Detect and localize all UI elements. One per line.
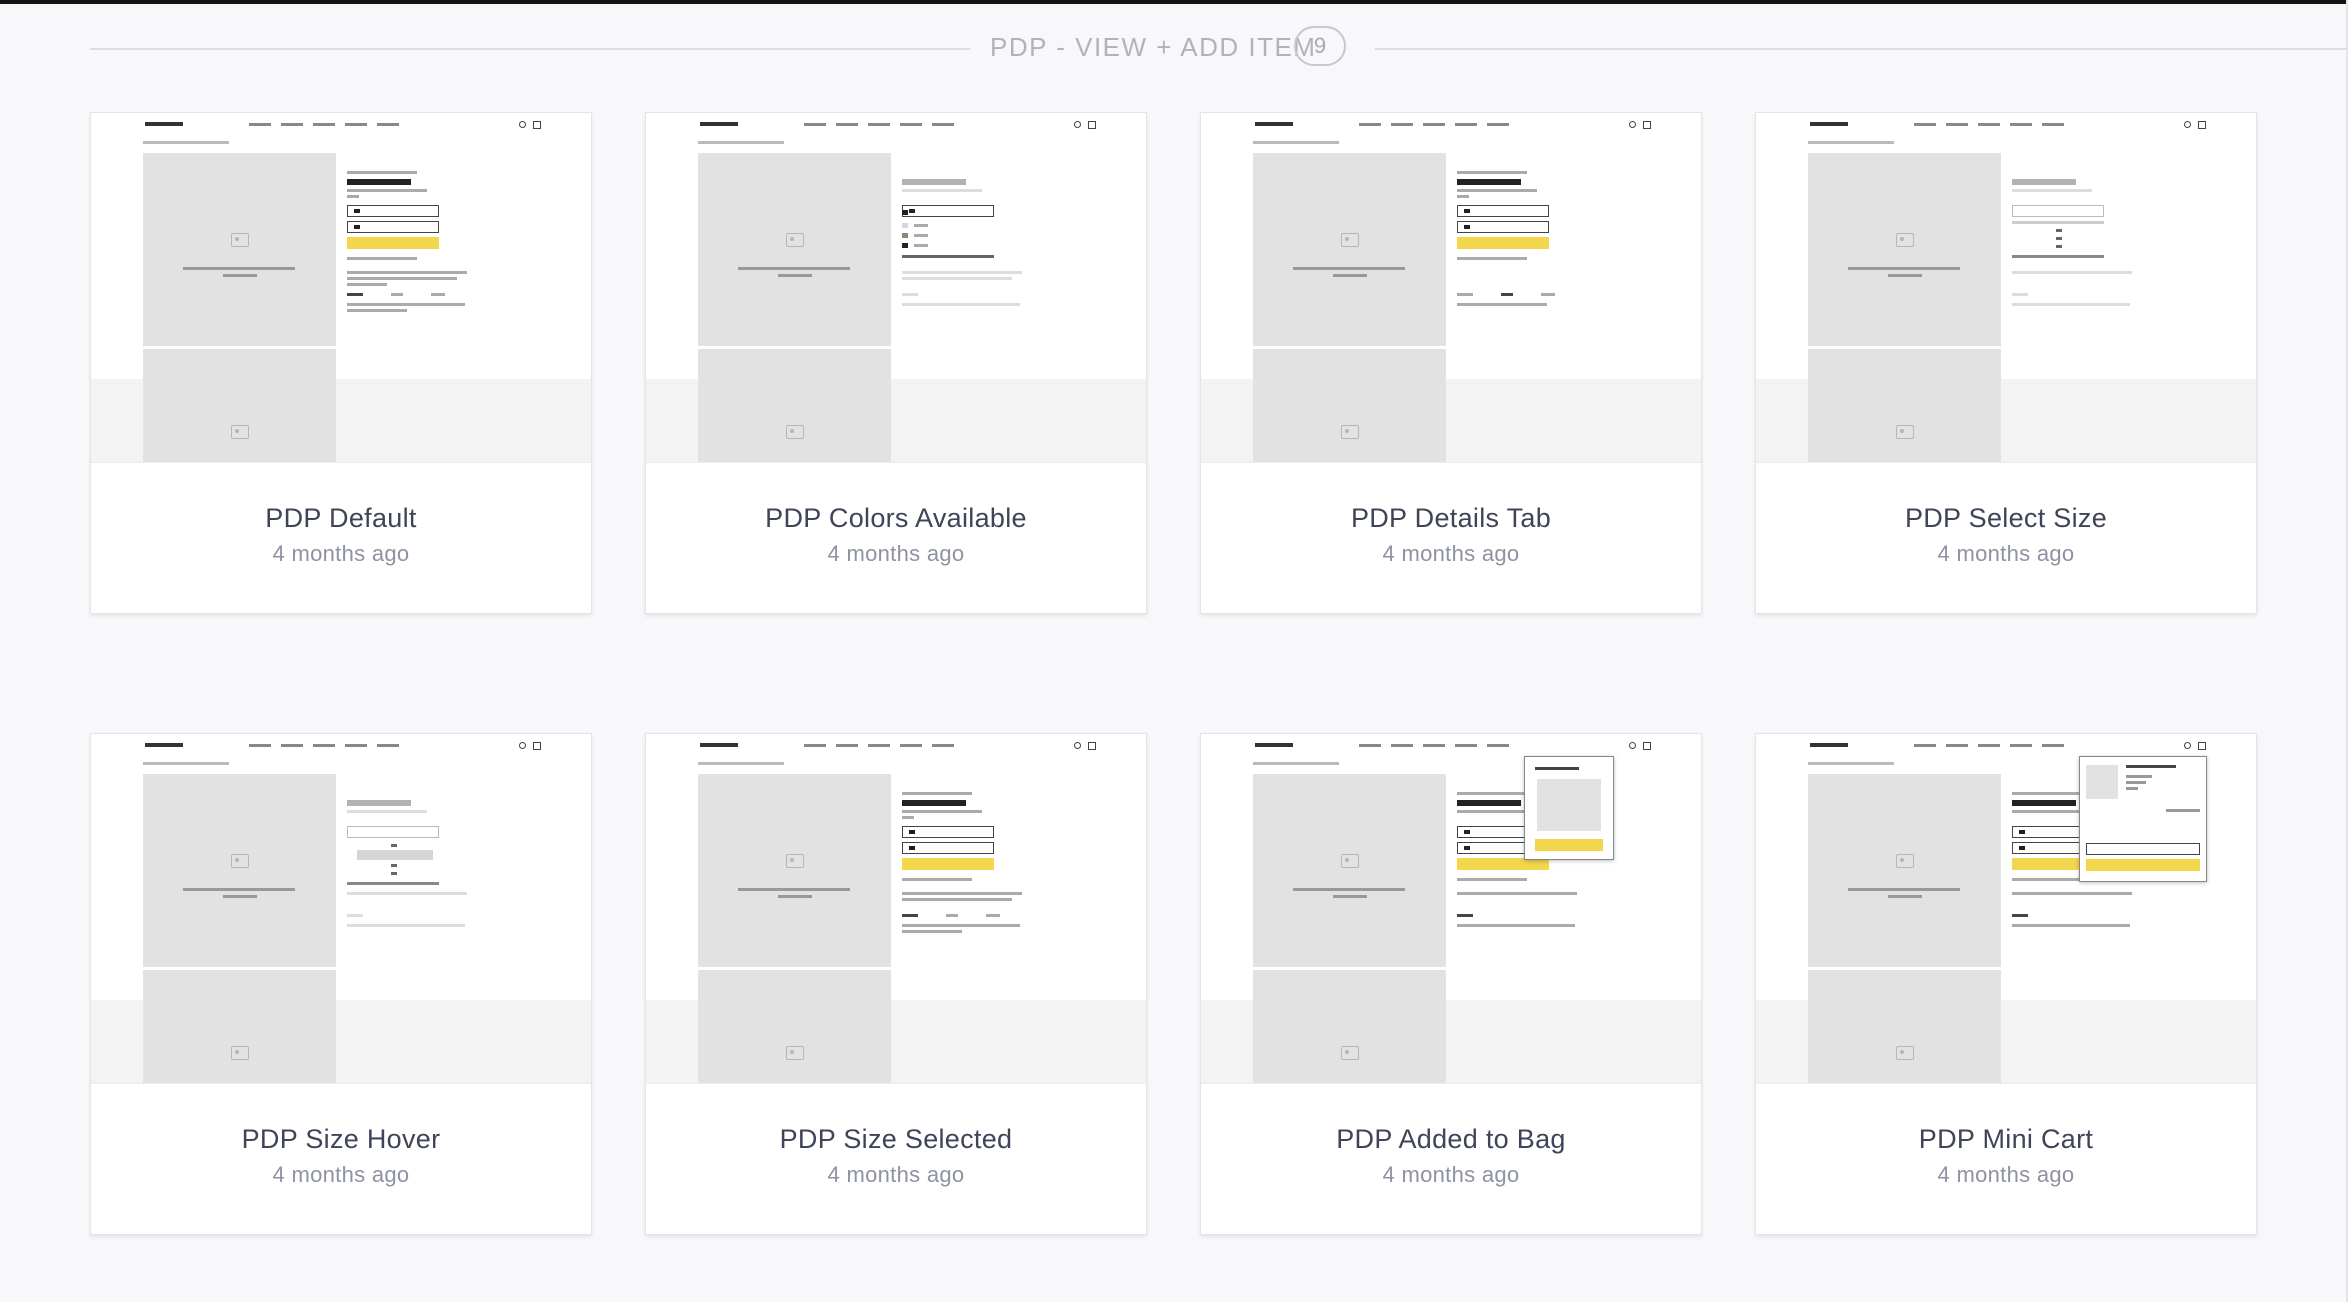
screen-thumbnail[interactable] — [646, 113, 1146, 463]
screen-thumbnail[interactable] — [91, 734, 591, 1084]
card-title[interactable]: PDP Added to Bag — [1201, 1124, 1701, 1155]
section-divider-left — [90, 48, 970, 50]
card-timestamp: 4 months ago — [1937, 541, 2075, 566]
screen-thumbnail[interactable] — [646, 734, 1146, 1084]
section-title[interactable]: PDP - VIEW + ADD ITEM — [990, 32, 1315, 63]
card-timestamp: 4 months ago — [272, 541, 410, 566]
card-title[interactable]: PDP Select Size — [1756, 503, 2256, 534]
screen-thumbnail[interactable] — [1201, 734, 1701, 1084]
screen-card-pdp-added-to-bag[interactable]: PDP Added to Bag 4 months ago — [1200, 733, 1702, 1235]
section-divider-right — [1375, 48, 2348, 50]
image-placeholder-icon — [1341, 854, 1359, 868]
image-placeholder-icon — [786, 1046, 804, 1060]
image-placeholder-icon — [231, 854, 249, 868]
image-placeholder-icon — [786, 233, 804, 247]
screen-thumbnail[interactable] — [1756, 113, 2256, 463]
search-icon — [1074, 121, 1081, 128]
image-placeholder-icon — [1896, 1046, 1914, 1060]
bag-icon — [2198, 121, 2206, 129]
image-placeholder-icon — [1896, 233, 1914, 247]
search-icon — [519, 742, 526, 749]
bag-icon — [1643, 121, 1651, 129]
window-top-bar — [0, 0, 2348, 4]
card-title[interactable]: PDP Mini Cart — [1756, 1124, 2256, 1155]
screen-card-pdp-size-selected[interactable]: PDP Size Selected 4 months ago — [645, 733, 1147, 1235]
bag-icon — [2198, 742, 2206, 750]
card-title[interactable]: PDP Details Tab — [1201, 503, 1701, 534]
bag-icon — [1088, 742, 1096, 750]
screen-card-pdp-colors-available[interactable]: PDP Colors Available 4 months ago — [645, 112, 1147, 614]
screen-card-pdp-size-hover[interactable]: PDP Size Hover 4 months ago — [90, 733, 592, 1235]
screen-thumbnail[interactable] — [91, 113, 591, 463]
card-timestamp: 4 months ago — [1937, 1162, 2075, 1187]
bag-icon — [1088, 121, 1096, 129]
card-title[interactable]: PDP Size Hover — [91, 1124, 591, 1155]
image-placeholder-icon — [1341, 233, 1359, 247]
search-icon — [519, 121, 526, 128]
search-icon — [1629, 742, 1636, 749]
card-title[interactable]: PDP Default — [91, 503, 591, 534]
search-icon — [1074, 742, 1081, 749]
image-placeholder-icon — [1341, 425, 1359, 439]
search-icon — [1629, 121, 1636, 128]
image-placeholder-icon — [231, 233, 249, 247]
image-placeholder-icon — [1896, 425, 1914, 439]
image-placeholder-icon — [786, 425, 804, 439]
card-timestamp: 4 months ago — [827, 541, 965, 566]
section-header: PDP - VIEW + ADD ITEM 9 — [90, 22, 2348, 74]
search-icon — [2184, 121, 2191, 128]
search-icon — [2184, 742, 2191, 749]
card-title[interactable]: PDP Size Selected — [646, 1124, 1146, 1155]
card-timestamp: 4 months ago — [827, 1162, 965, 1187]
image-placeholder-icon — [1896, 854, 1914, 868]
image-placeholder-icon — [1341, 1046, 1359, 1060]
screen-thumbnail[interactable] — [1756, 734, 2256, 1084]
image-placeholder-icon — [786, 854, 804, 868]
screen-thumbnail[interactable] — [1201, 113, 1701, 463]
screen-card-pdp-details-tab[interactable]: PDP Details Tab 4 months ago — [1200, 112, 1702, 614]
section-count-badge: 9 — [1294, 26, 1346, 66]
card-title[interactable]: PDP Colors Available — [646, 503, 1146, 534]
card-timestamp: 4 months ago — [1382, 1162, 1520, 1187]
screen-card-pdp-select-size[interactable]: PDP Select Size 4 months ago — [1755, 112, 2257, 614]
card-timestamp: 4 months ago — [272, 1162, 410, 1187]
bag-icon — [533, 121, 541, 129]
image-placeholder-icon — [231, 425, 249, 439]
bag-icon — [533, 742, 541, 750]
bag-icon — [1643, 742, 1651, 750]
screen-card-pdp-default[interactable]: PDP Default 4 months ago — [90, 112, 592, 614]
card-timestamp: 4 months ago — [1382, 541, 1520, 566]
image-placeholder-icon — [231, 1046, 249, 1060]
screen-card-pdp-mini-cart[interactable]: PDP Mini Cart 4 months ago — [1755, 733, 2257, 1235]
